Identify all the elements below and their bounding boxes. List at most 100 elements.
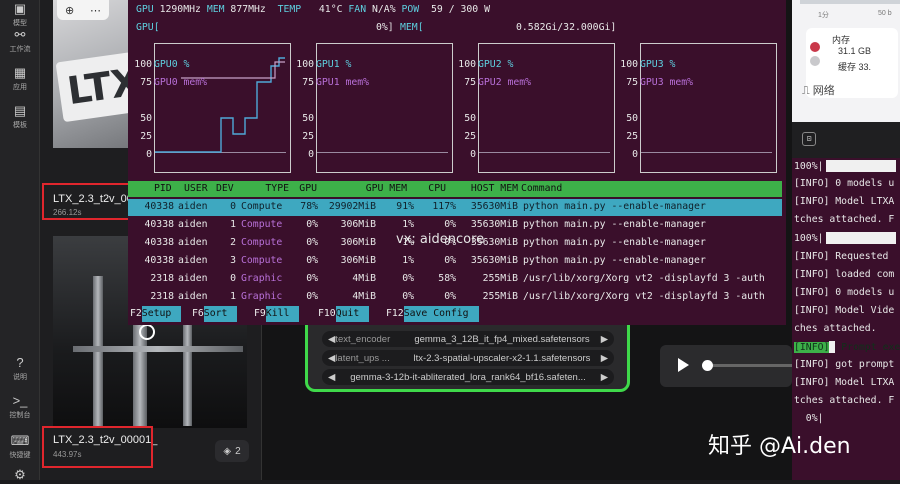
log-line: [INFO] loaded com <box>794 268 895 280</box>
stack-count: 2 <box>235 445 241 457</box>
mem-label: 内存 <box>832 35 851 45</box>
left-nav: ▣ 模型 ⚯ 工作流 ▦ 应用 ▤ 模板 ? 说明 >_ 控制台 ⌨ 快捷键 ⚙ <box>0 0 40 482</box>
column-header[interactable]: CPU <box>414 183 446 194</box>
progress-handle[interactable] <box>702 360 713 371</box>
process-cell-type[interactable]: Compute <box>241 201 287 212</box>
process-cell-cmd[interactable]: python main.py --enable-manager <box>523 201 783 212</box>
process-cell-cmd[interactable]: python main.py --enable-manager <box>523 255 783 266</box>
process-cell-user[interactable]: aiden <box>178 201 212 212</box>
more-icon[interactable]: ⋯ <box>90 4 101 17</box>
fkey-setup[interactable]: F2Setup <box>130 306 182 322</box>
mem-bar-value: 0.582Gi/32.000Gi] <box>516 22 617 33</box>
column-header[interactable]: HOST MEM <box>464 183 518 194</box>
unit-left: 1分 <box>818 12 829 19</box>
gpu-util-label: GPU3 % <box>640 59 676 70</box>
process-cell-pid: 40338 <box>144 219 175 230</box>
arrow-right-icon[interactable]: ▶ <box>601 334 608 345</box>
nav-label: 快捷键 <box>9 452 31 459</box>
template-icon: ▤ <box>13 103 27 118</box>
fkey-save-config[interactable]: F12Save Config <box>386 306 479 322</box>
column-header[interactable]: PID <box>154 183 182 194</box>
nav-shortcuts[interactable]: ⌨ 快捷键 <box>0 434 40 460</box>
arrow-right-icon[interactable]: ▶ <box>601 353 608 364</box>
stack-badge[interactable]: ◈ 2 <box>215 440 249 462</box>
nav-models[interactable]: ▣ 模型 <box>0 2 40 28</box>
network-section[interactable]: ⎍ 网络 <box>802 82 835 98</box>
y-tick-label: 75 <box>140 77 152 88</box>
y-tick-label: 50 <box>626 113 638 124</box>
y-tick-label: 100 <box>458 59 476 70</box>
zoom-icon[interactable]: ⊕ <box>65 4 74 17</box>
y-tick-label: 0 <box>470 149 476 160</box>
process-cell-dev[interactable]: 0 <box>216 201 236 212</box>
nav-label: 模型 <box>13 20 27 27</box>
process-cell-cpu[interactable]: 117% <box>416 201 456 212</box>
nav-templates[interactable]: ▤ 模板 <box>0 104 40 130</box>
nav-console[interactable]: >_ 控制台 <box>0 394 40 420</box>
fkey-sort[interactable]: F6Sort <box>192 306 238 322</box>
log-line: 100%| <box>794 232 896 245</box>
log-line: [INFO] 0 models u <box>794 286 895 298</box>
network-icon: ⎍ <box>802 85 810 97</box>
play-icon[interactable] <box>678 358 689 372</box>
highlight-box <box>42 426 153 468</box>
y-tick-label: 25 <box>464 131 476 142</box>
column-header[interactable]: USER <box>184 183 214 194</box>
process-cell-cpu: 0% <box>444 255 456 266</box>
arrow-left-icon[interactable]: ◀ <box>328 334 335 345</box>
process-cell-hostmem: 35630MiB <box>470 255 518 266</box>
column-header[interactable]: GPU MEM <box>345 183 407 194</box>
process-cell-gpumem: 306MiB <box>340 255 376 266</box>
node-widget-lora[interactable]: ◀ gemma-3-12b-it-abliterated_lora_rank64_… <box>322 369 614 385</box>
column-header[interactable]: GPU <box>297 183 317 194</box>
log-line: 100%| <box>794 160 896 172</box>
column-header[interactable]: Command <box>521 183 721 194</box>
process-cell-hostmem: 255MiB <box>482 273 518 284</box>
node-widget-text-encoder[interactable]: ◀ text_encoder gemma_3_12B_it_fp4_mixed.sa… <box>322 331 614 347</box>
fkey-kill[interactable]: F9Kill <box>254 306 300 322</box>
log-line: tches attached. F <box>794 214 895 226</box>
arrow-right-icon[interactable]: ▶ <box>601 372 608 383</box>
process-cell-cmd[interactable]: /usr/lib/xorg/Xorg vt2 -displayfd 3 -aut… <box>523 291 783 302</box>
arrow-left-icon[interactable]: ◀ <box>328 353 335 364</box>
process-cell-cmd[interactable]: python main.py --enable-manager <box>523 237 783 248</box>
column-header[interactable]: DEV <box>216 183 236 194</box>
gpu0-mem-line <box>181 61 285 79</box>
process-cell-user: aiden <box>178 255 208 266</box>
arrow-left-icon[interactable]: ◀ <box>328 372 335 383</box>
process-cell-type: Compute <box>241 255 283 266</box>
process-cell-gpu[interactable]: 78% <box>288 201 318 212</box>
process-cell-cmd[interactable]: /usr/lib/xorg/Xorg vt2 -displayfd 3 -aut… <box>523 273 783 284</box>
node-widget-latent-upscaler[interactable]: ◀ latent_ups ... ltx-2.3-spatial-upscaler-… <box>322 350 614 366</box>
play-icon[interactable] <box>139 324 155 340</box>
process-cell-pid[interactable]: 40338 <box>132 201 175 212</box>
thumbnail-controls: ⊕ ⋯ <box>57 0 109 20</box>
process-cell-gpumem: 306MiB <box>340 237 376 248</box>
process-cell-hostmem[interactable]: 35630MiB <box>454 201 518 212</box>
process-cell-user: aiden <box>178 273 208 284</box>
process-cell-gpu: 0% <box>306 237 318 248</box>
nav-settings[interactable]: ⚙ <box>0 468 40 484</box>
nav-workflow[interactable]: ⚯ 工作流 <box>0 28 40 54</box>
process-cell-cmd[interactable]: python main.py --enable-manager <box>523 219 783 230</box>
nav-apps[interactable]: ▦ 应用 <box>0 66 40 92</box>
y-tick-label: 50 <box>140 113 152 124</box>
nav-help[interactable]: ? 说明 <box>0 356 40 382</box>
graph-baseline <box>641 152 772 153</box>
gpu-util-label: GPU2 % <box>478 59 514 70</box>
nav-label: 模板 <box>13 122 27 129</box>
widget-key: text_encoder <box>335 333 391 345</box>
nvtop-terminal: GPU 1290MHz MEM 877MHz TEMP 41°C FAN N/A… <box>128 0 786 325</box>
process-cell-gpumem: 306MiB <box>340 219 376 230</box>
process-cell-gpu: 0% <box>306 219 318 230</box>
fkey-quit[interactable]: F10Quit <box>318 306 370 322</box>
process-cell-gpumem_pct[interactable]: 91% <box>380 201 414 212</box>
pipe-shape <box>73 346 243 352</box>
process-cell-gpumem[interactable]: 29902MiB <box>316 201 376 212</box>
log-icon[interactable]: ⊡ <box>802 132 816 146</box>
y-tick-label: 25 <box>140 131 152 142</box>
progress-track[interactable] <box>713 364 792 367</box>
process-cell-gpumem: 4MiB <box>352 291 376 302</box>
widget-value: gemma-3-12b-it-abliterated_lora_rank64_b… <box>350 371 586 383</box>
column-header[interactable]: TYPE <box>261 183 289 194</box>
